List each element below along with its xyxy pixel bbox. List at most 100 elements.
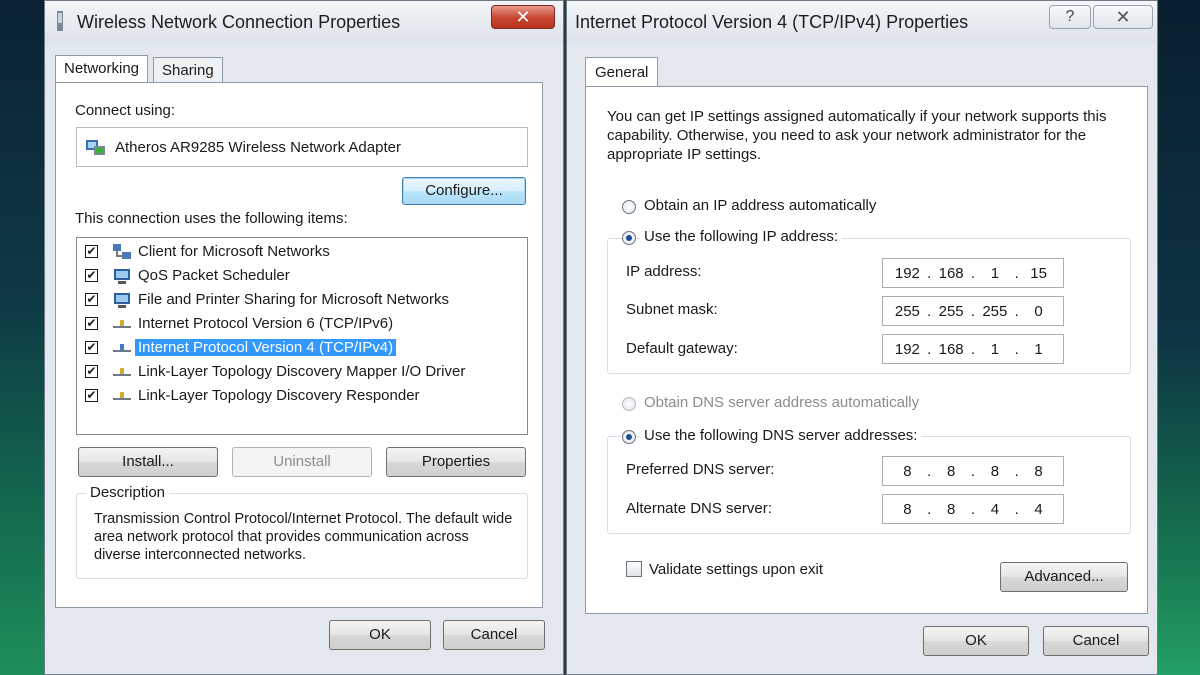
ip-octet: 255 [894, 302, 920, 320]
info-text: You can get IP settings assigned automat… [607, 108, 1107, 163]
obtain-dns-auto-label: Obtain DNS server address automatically [644, 394, 920, 411]
dot: . [927, 500, 932, 518]
adapter-name: Atheros AR9285 Wireless Network Adapter [115, 138, 401, 156]
dot: . [1014, 340, 1019, 358]
ip-octet: 168 [938, 264, 964, 282]
ip-octet: 15 [1030, 264, 1047, 282]
ip-octet: 8 [903, 462, 912, 480]
dot: . [1014, 264, 1019, 282]
tab-networking[interactable]: Networking [55, 55, 149, 83]
items-label: This connection uses the following items… [75, 210, 348, 227]
connect-using-label: Connect using: [75, 102, 176, 119]
ip-octet: 8 [903, 500, 912, 518]
obtain-ip-auto-radio[interactable] [622, 200, 636, 214]
dot: . [970, 462, 976, 480]
window-title: Wireless Network Connection Properties [77, 12, 401, 32]
close-button[interactable]: ✕ [1093, 5, 1153, 29]
ip-octet: 168 [938, 340, 964, 358]
ip-octet: 4 [1034, 500, 1043, 518]
default-gateway-input[interactable]: 192. 168. 1. 1 [882, 334, 1064, 364]
item-label: Link-Layer Topology Discovery Responder [138, 387, 420, 404]
preferred-dns-label: Preferred DNS server: [626, 461, 775, 478]
network-adapter-icon [57, 11, 63, 31]
dot: . [927, 340, 932, 358]
cancel-button[interactable]: Cancel [443, 620, 545, 650]
title-bar: Wireless Network Connection Properties ✕ [45, 1, 563, 43]
dot: . [1014, 500, 1019, 518]
ip-octet: 1 [990, 264, 1000, 282]
validate-checkbox[interactable] [626, 561, 642, 577]
item-checkbox[interactable]: ✔ [85, 317, 98, 330]
configure-button[interactable]: Configure... [402, 177, 526, 205]
window-title: Internet Protocol Version 4 (TCP/IPv4) P… [575, 12, 969, 32]
protocol-icon [113, 320, 131, 328]
item-checkbox[interactable]: ✔ [85, 365, 98, 378]
alternate-dns-label: Alternate DNS server: [626, 500, 772, 517]
ip-address-input[interactable]: 192. 168. 1. 15 [882, 258, 1064, 288]
install-button[interactable]: Install... [78, 447, 218, 477]
dot: . [927, 302, 932, 320]
item-checkbox[interactable]: ✔ [85, 245, 98, 258]
close-button[interactable]: ✕ [491, 5, 555, 29]
dot: . [927, 462, 932, 480]
ip-address-label: IP address: [626, 263, 702, 280]
dot: . [970, 340, 976, 358]
components-list[interactable]: ✔ Client for Microsoft Networks ✔ QoS Pa… [76, 237, 528, 435]
item-checkbox[interactable]: ✔ [85, 389, 98, 402]
ip-octet: 1 [990, 340, 1000, 358]
obtain-ip-auto-label: Obtain an IP address automatically [644, 197, 877, 214]
protocol-icon [113, 392, 131, 400]
obtain-dns-auto-radio[interactable] [622, 397, 636, 411]
dot: . [927, 264, 932, 282]
ok-button[interactable]: OK [923, 626, 1029, 656]
advanced-button[interactable]: Advanced... [1000, 562, 1128, 592]
item-label: File and Printer Sharing for Microsoft N… [138, 291, 449, 308]
networking-tab-panel: Connect using: Atheros AR9285 Wireless N… [55, 82, 543, 608]
ip-octet: 0 [1034, 302, 1043, 320]
desktop-background-left [0, 0, 50, 675]
validate-label: Validate settings upon exit [649, 561, 824, 578]
use-following-dns-label: Use the following DNS server addresses: [640, 427, 922, 444]
item-label: Internet Protocol Version 6 (TCP/IPv6) [138, 315, 394, 332]
dot: . [1014, 302, 1019, 320]
item-label: Client for Microsoft Networks [138, 243, 330, 260]
ip-octet: 8 [946, 500, 956, 518]
tab-sharing[interactable]: Sharing [153, 57, 223, 83]
title-bar: Internet Protocol Version 4 (TCP/IPv4) P… [567, 1, 1157, 43]
alternate-dns-input[interactable]: 8. 8. 4. 4 [882, 494, 1064, 524]
adapter-icon [86, 140, 105, 155]
ip-octet: 8 [1034, 462, 1043, 480]
dot: . [970, 302, 976, 320]
item-checkbox[interactable]: ✔ [85, 341, 98, 354]
subnet-mask-label: Subnet mask: [626, 301, 718, 318]
item-checkbox[interactable]: ✔ [85, 293, 98, 306]
ok-button[interactable]: OK [329, 620, 431, 650]
ip-octet: 8 [990, 462, 1000, 480]
uninstall-button[interactable]: Uninstall [232, 447, 372, 477]
description-title: Description [86, 484, 170, 501]
item-checkbox[interactable]: ✔ [85, 269, 98, 282]
wireless-connection-properties-window: Wireless Network Connection Properties ✕… [44, 0, 564, 675]
service-icon [114, 293, 130, 308]
use-following-ip-radio[interactable] [622, 231, 636, 245]
item-label-selected: Internet Protocol Version 4 (TCP/IPv4) [135, 339, 397, 356]
ip-octet: 255 [982, 302, 1008, 320]
protocol-icon [113, 344, 131, 352]
properties-button[interactable]: Properties [386, 447, 526, 477]
ip-octet: 255 [938, 302, 964, 320]
use-following-dns-radio[interactable] [622, 430, 636, 444]
tab-general[interactable]: General [585, 57, 659, 87]
network-client-icon [113, 244, 131, 259]
adapter-field: Atheros AR9285 Wireless Network Adapter [76, 127, 528, 167]
cancel-button[interactable]: Cancel [1043, 626, 1149, 656]
dot: . [970, 264, 976, 282]
item-label: QoS Packet Scheduler [138, 267, 290, 284]
ip-octet: 192 [894, 340, 920, 358]
dot: . [1014, 462, 1019, 480]
subnet-mask-input[interactable]: 255. 255. 255. 0 [882, 296, 1064, 326]
preferred-dns-input[interactable]: 8. 8. 8. 8 [882, 456, 1064, 486]
ip-octet: 192 [894, 264, 920, 282]
help-button[interactable]: ? [1049, 5, 1091, 29]
ipv4-properties-window: Internet Protocol Version 4 (TCP/IPv4) P… [566, 0, 1158, 675]
ip-octet: 4 [990, 500, 1000, 518]
